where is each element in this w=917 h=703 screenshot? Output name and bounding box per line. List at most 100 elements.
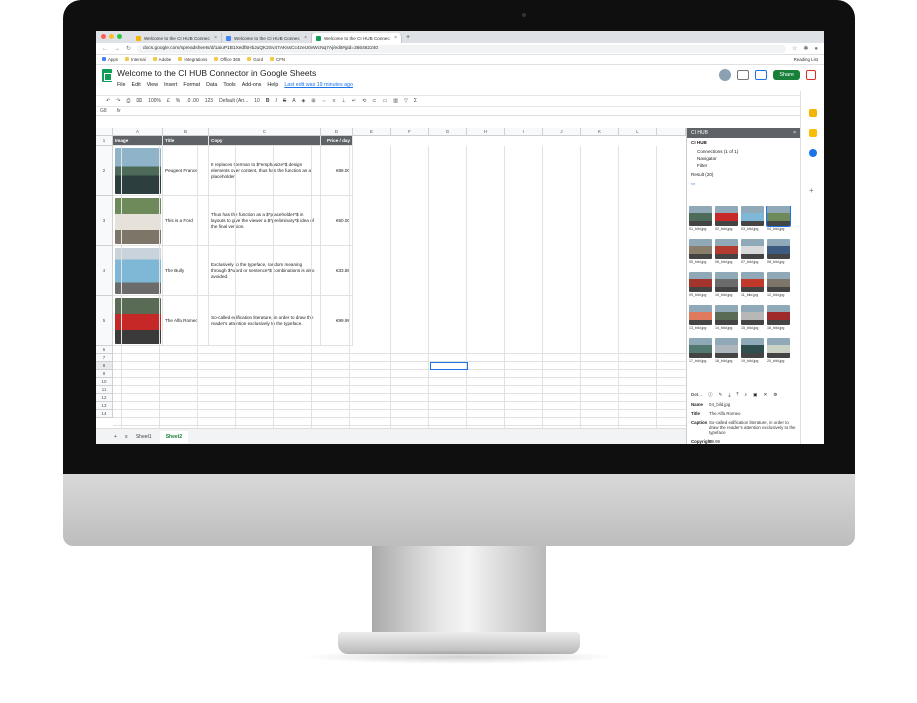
bookmark-internal[interactable]: Internal [125,57,146,62]
currency-button[interactable]: £ [167,98,170,104]
title-cell[interactable]: Peugeot France [163,146,209,196]
keep-icon[interactable] [809,109,817,117]
link-icon[interactable]: ⊂ [372,98,376,104]
star-icon[interactable]: ☆ [792,45,797,52]
url-field[interactable]: docs.google.com/spreadsheets/d/1aiuP1B1X… [137,44,786,53]
navigator-item[interactable]: Navigator [687,156,800,163]
bookmark-cfn[interactable]: CFN [270,57,285,62]
asset-thumbnail[interactable]: 19_bild.jpg [741,338,764,364]
text-color-icon[interactable]: A [292,98,295,104]
browser-tab[interactable]: Welcome to the CI HUB Connec × [222,33,312,43]
edit-icon[interactable]: ✎ [719,392,723,398]
asset-thumbnail[interactable]: 14_bild.jpg [715,305,738,331]
asset-thumbnail[interactable]: 16_bild.jpg [767,305,790,331]
close-tab-icon[interactable]: × [394,35,397,41]
column-header[interactable]: F [391,128,429,136]
bookmark-office[interactable]: Office 365 [214,57,240,62]
column-header[interactable]: G [429,128,467,136]
menu-file[interactable]: File [117,82,126,88]
print-icon[interactable]: ⎙ [126,98,130,104]
asset-thumbnail[interactable]: 08_bild.jpg [767,239,790,265]
image-cell[interactable] [113,246,163,296]
functions-icon[interactable]: Σ [414,98,417,104]
image-cell[interactable] [113,296,163,346]
copy-cell[interactable]: It replaces German to $*emphasize*$ desi… [209,146,321,196]
row-header[interactable]: 14 [96,410,113,418]
title-cell[interactable]: The Bully [163,246,209,296]
asset-thumbnail[interactable]: 01_bild.jpg [689,206,712,232]
italic-icon[interactable]: I [275,98,276,104]
bookmark-adobe[interactable]: Adobe [152,57,171,62]
font-select[interactable]: Default (Ari... [219,98,248,104]
copy-cell[interactable]: Thus has the function as a $*placeholder… [209,196,321,246]
column-header-empty[interactable] [657,128,686,136]
extensions-icon[interactable]: ✱ [803,45,808,52]
row-header[interactable]: 1 [96,136,113,146]
reload-icon[interactable]: ↻ [126,45,131,52]
forward-icon[interactable]: → [114,46,120,52]
menu-edit[interactable]: Edit [132,82,141,88]
asset-thumbnail[interactable]: 18_bild.jpg [715,338,738,364]
decimals-buttons[interactable]: .0 .00 [186,98,199,104]
minimize-window-button[interactable] [109,34,114,39]
filter-item[interactable]: Filter [687,163,800,170]
price-cell[interactable]: €88.00 [321,146,353,196]
borders-icon[interactable]: ⊞ [311,98,315,104]
back-icon[interactable]: ← [102,46,108,52]
header-cell-price[interactable]: Price / day [321,136,353,146]
chart-icon[interactable]: ▥ [393,98,398,104]
row-header[interactable]: 3 [96,196,113,246]
redo-icon[interactable]: ↷ [116,98,120,104]
fill-color-icon[interactable]: ◈ [302,98,306,104]
zoom-select[interactable]: 100% [148,98,161,104]
image-cell[interactable] [113,196,163,246]
asset-thumbnail[interactable]: 12_bild.jpg [767,272,790,298]
all-sheets-icon[interactable]: ≡ [125,434,128,440]
header-cell-image[interactable]: Image [113,136,163,146]
percent-button[interactable]: % [176,98,180,104]
menu-view[interactable]: View [147,82,158,88]
sheet-tab-active[interactable]: Sheet2 [159,430,189,443]
column-header[interactable]: D [321,128,353,136]
menu-format[interactable]: Format [183,82,200,88]
sheet-tab[interactable]: Sheet1 [136,434,152,440]
add-addon-icon[interactable]: + [809,187,817,195]
document-title[interactable]: Welcome to the CI HUB Connector in Googl… [117,68,353,78]
column-header[interactable]: K [581,128,619,136]
folder-icon[interactable]: ▭ [687,179,800,189]
asset-thumbnail[interactable]: 15_bild.jpg [741,305,764,331]
copy-cell[interactable]: So-called edification literature, in ord… [209,296,321,346]
asset-thumbnail[interactable]: 06_bild.jpg [715,239,738,265]
row-header[interactable]: 2 [96,146,113,196]
close-tab-icon[interactable]: × [304,35,307,41]
undo-icon[interactable]: ↶ [106,98,110,104]
menu-data[interactable]: Data [206,82,217,88]
menu-addons[interactable]: Add-ons [242,82,262,88]
column-header[interactable]: B [163,128,209,136]
column-header[interactable]: A [113,128,163,136]
rotate-icon[interactable]: ⟲ [362,98,366,104]
column-header[interactable]: H [467,128,505,136]
asset-thumbnail[interactable]: 04_bild.jpg [766,206,791,232]
price-cell[interactable]: €33.88 [321,246,353,296]
menu-insert[interactable]: Insert [164,82,177,88]
details-tab[interactable]: Det... [691,392,702,398]
delete-icon[interactable]: ✕ [763,392,767,398]
bookmark-apps[interactable]: Apps [102,57,118,62]
new-tab-icon[interactable]: + [402,33,414,43]
share-button[interactable]: Share [773,70,800,80]
close-tab-icon[interactable]: × [214,35,217,41]
menu-help[interactable]: Help [267,82,278,88]
calendar-icon[interactable] [809,149,817,157]
wrap-icon[interactable]: ↵ [352,98,356,104]
download-icon[interactable]: ⤓ [728,392,730,398]
profile-icon[interactable]: ● [814,46,818,52]
valign-icon[interactable]: ⊥ [342,98,346,104]
merge-icon[interactable]: ⇔ [322,98,327,104]
asset-thumbnail[interactable]: 10_bild.jpg [715,272,738,298]
more-formats-button[interactable]: 123 [205,98,213,104]
zoom-window-button[interactable] [117,34,122,39]
tasks-icon[interactable] [809,129,817,137]
last-edit-link[interactable]: Last edit was 19 minutes ago [284,82,353,88]
active-cell-g8[interactable] [430,362,468,370]
